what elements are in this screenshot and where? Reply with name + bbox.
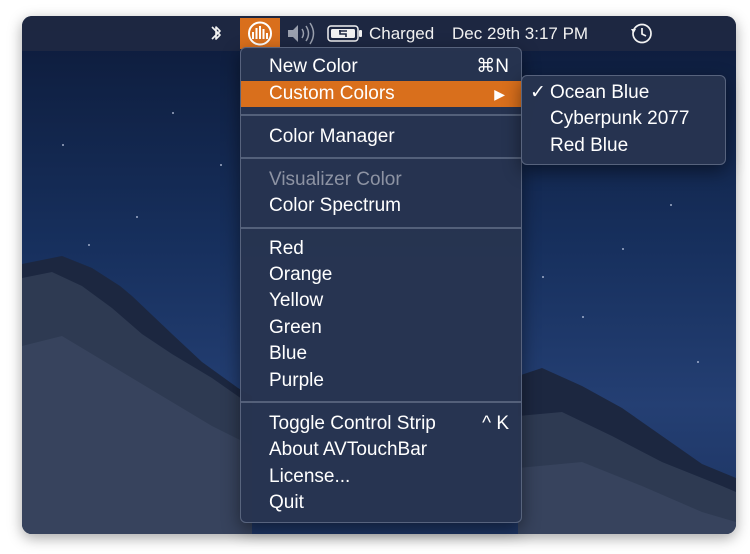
menu-item-red[interactable]: Red — [241, 236, 521, 262]
bluetooth-icon[interactable] — [209, 16, 223, 51]
battery-status-text[interactable]: Charged — [369, 16, 434, 51]
menu-separator — [241, 157, 521, 159]
submenu-item-label: Red Blue — [550, 135, 629, 156]
menu-separator — [241, 227, 521, 229]
custom-colors-submenu: ✓ Ocean Blue Cyberpunk 2077 Red Blue — [521, 75, 726, 165]
toggle-control-strip-shortcut: ^ K — [482, 413, 509, 434]
menu-item-label: Red — [269, 238, 304, 259]
submenu-arrow-icon: ▶ — [494, 86, 505, 102]
avtouchbar-menu-button[interactable] — [240, 18, 280, 49]
menu-item-label: Color Manager — [269, 126, 395, 147]
menu-item-label: License... — [269, 466, 351, 487]
menu-item-label: Color Spectrum — [269, 195, 401, 216]
menu-item-label: Blue — [269, 343, 308, 364]
menu-item-label: New Color — [269, 56, 358, 77]
checkmark-icon: ✓ — [530, 82, 546, 103]
menu-item-quit[interactable]: Quit — [241, 490, 521, 516]
menu-item-color-manager[interactable]: Color Manager — [241, 124, 521, 150]
menu-item-orange[interactable]: Orange — [241, 262, 521, 288]
submenu-item-red-blue[interactable]: Red Blue — [522, 133, 725, 159]
submenu-item-cyberpunk-2077[interactable]: Cyberpunk 2077 — [522, 106, 725, 132]
submenu-item-label: Cyberpunk 2077 — [550, 108, 690, 129]
menu-item-label: Yellow — [269, 290, 324, 311]
time-machine-icon[interactable] — [627, 16, 655, 51]
menu-separator — [241, 114, 521, 116]
submenu-item-ocean-blue[interactable]: ✓ Ocean Blue — [522, 80, 725, 106]
speaker-volume-icon[interactable] — [286, 16, 316, 51]
menubar-clock[interactable]: Dec 29th 3:17 PM — [452, 16, 588, 51]
menu-item-label: Custom Colors — [269, 83, 395, 104]
avtouchbar-dropdown-menu: New Color ⌘N Custom Colors ▶ Color Manag… — [240, 47, 522, 523]
menu-item-label: Quit — [269, 492, 304, 513]
menu-item-yellow[interactable]: Yellow — [241, 288, 521, 314]
menu-item-visualizer-color: Visualizer Color — [241, 167, 521, 193]
menu-item-label: Visualizer Color — [269, 169, 402, 190]
menu-bar: Charged Dec 29th 3:17 PM — [22, 16, 736, 51]
menu-item-license[interactable]: License... — [241, 464, 521, 490]
submenu-item-label: Ocean Blue — [550, 82, 650, 103]
menu-item-label: Purple — [269, 370, 324, 391]
menu-item-label: Green — [269, 317, 322, 338]
menu-item-label: Toggle Control Strip — [269, 413, 436, 434]
menu-item-green[interactable]: Green — [241, 315, 521, 341]
menu-item-about-avtouchbar[interactable]: About AVTouchBar — [241, 437, 521, 463]
avtouchbar-icon — [248, 21, 272, 46]
menu-item-color-spectrum[interactable]: Color Spectrum — [241, 193, 521, 219]
menu-item-new-color[interactable]: New Color ⌘N — [241, 54, 521, 80]
menu-item-purple[interactable]: Purple — [241, 368, 521, 394]
new-color-shortcut: ⌘N — [476, 56, 509, 77]
battery-charging-icon[interactable] — [327, 16, 363, 51]
menu-item-label: Orange — [269, 264, 333, 285]
menu-item-blue[interactable]: Blue — [241, 341, 521, 367]
menu-item-label: About AVTouchBar — [269, 439, 428, 460]
menu-separator — [241, 401, 521, 403]
menu-item-toggle-control-strip[interactable]: Toggle Control Strip ^ K — [241, 411, 521, 437]
menu-item-custom-colors[interactable]: Custom Colors ▶ — [241, 81, 521, 107]
